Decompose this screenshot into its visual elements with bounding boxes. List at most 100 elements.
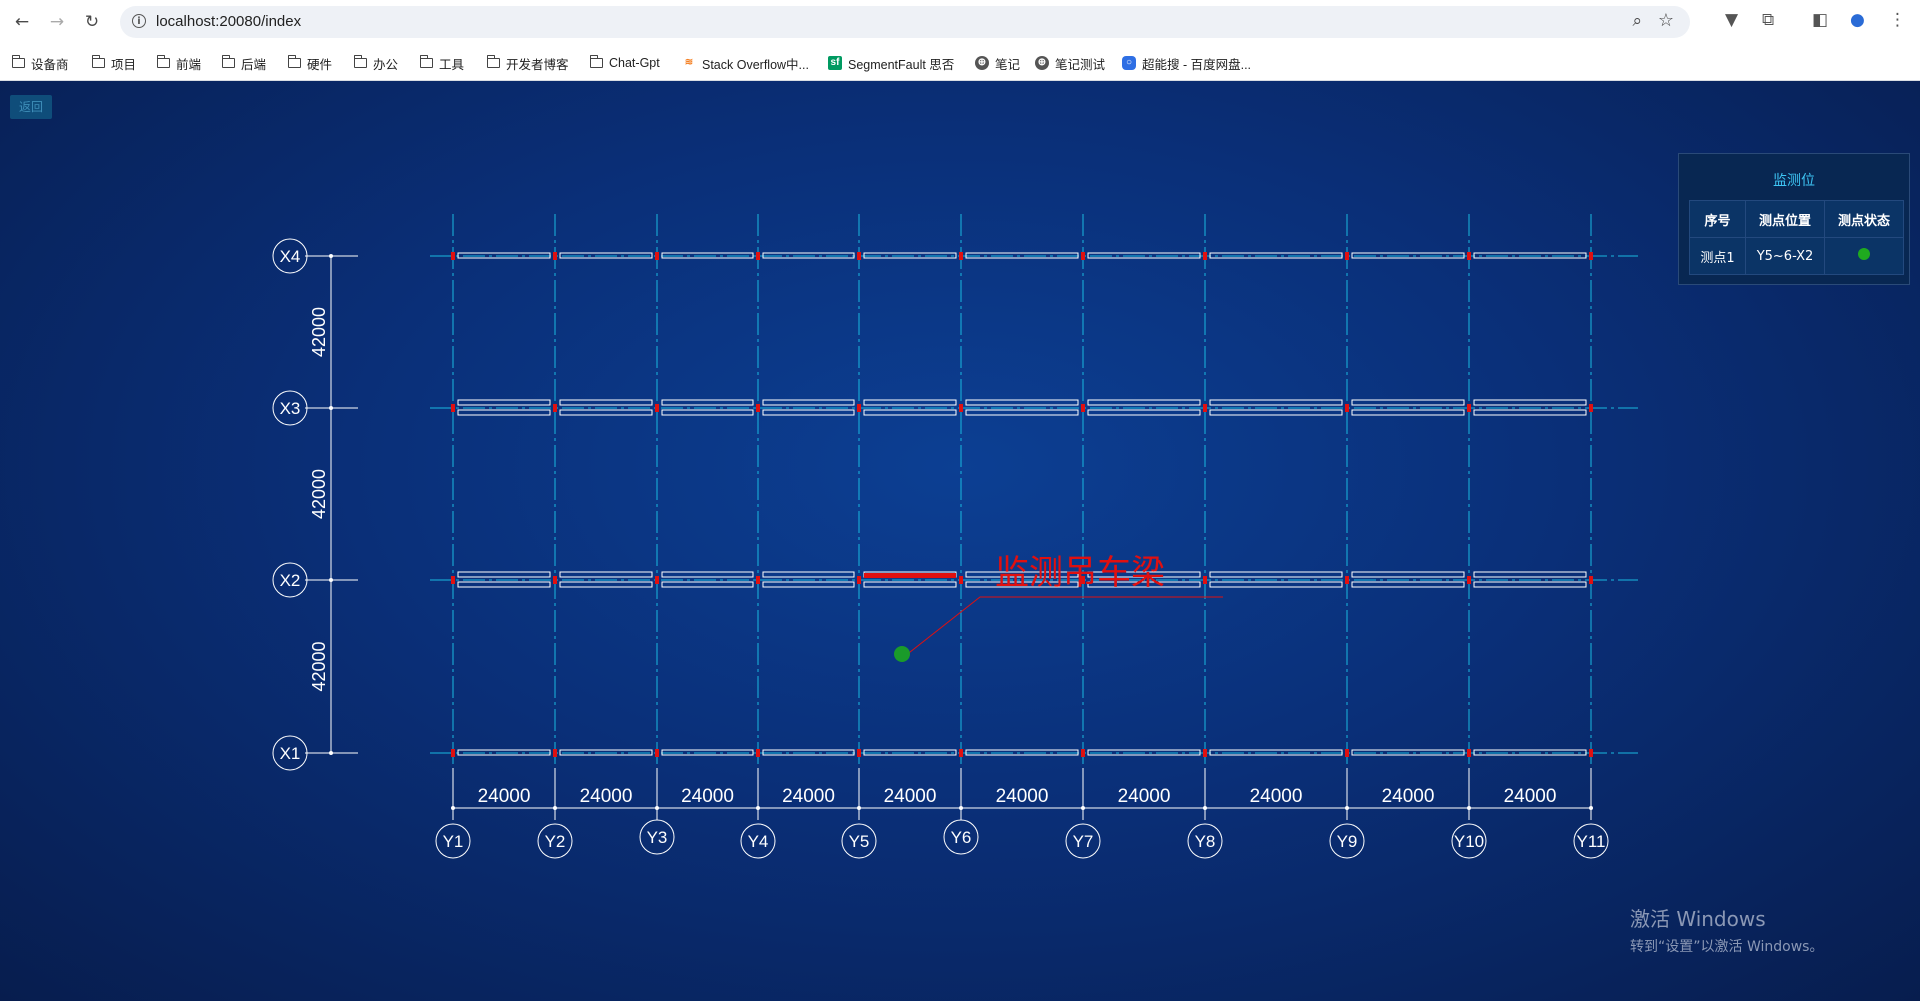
side-panel-icon[interactable]: ◧ [1812, 10, 1828, 30]
axis-label: Y1 [443, 832, 464, 851]
bookmark-item[interactable]: Chat-Gpt [589, 53, 660, 73]
folder-icon [11, 55, 25, 68]
axis-label: Y8 [1195, 832, 1216, 851]
extensions-puzzle-icon[interactable]: ⧉ [1762, 10, 1774, 30]
back-button[interactable]: 返回 [10, 95, 52, 119]
column-marker [655, 404, 659, 412]
watermark-title: 激活 Windows [1630, 907, 1766, 931]
folder-icon [91, 55, 105, 68]
dimension-label: 24000 [884, 786, 937, 807]
crane-beam [559, 571, 653, 578]
app-viewport: 监测吊车梁 X4 X3 X2 X1 42000 42000 42000 Y1 Y2 Y3 Y4 Y5 Y6… [0, 81, 1920, 1001]
column-marker [1589, 749, 1593, 757]
globe-icon: ⊕ [1035, 56, 1049, 70]
bookmark-item[interactable]: sf SegmentFault 思否 [828, 53, 954, 73]
zoom-icon[interactable]: ⌕ [1632, 11, 1642, 31]
dimension-label: 24000 [782, 786, 835, 807]
bookmark-star-icon[interactable]: ☆ [1658, 10, 1674, 31]
address-bar[interactable]: i localhost:20080/index ⌕ ☆ [120, 6, 1690, 38]
crane-beam [661, 581, 754, 588]
site-info-icon[interactable]: i [132, 14, 146, 28]
bookmark-label: 前端 [176, 57, 202, 72]
bookmark-item[interactable]: 开发者博客 [486, 53, 569, 73]
column-marker [1467, 252, 1471, 260]
column-marker [1203, 749, 1207, 757]
reload-icon[interactable]: ↻ [80, 10, 104, 34]
crane-beam [965, 399, 1079, 406]
column-marker [959, 749, 963, 757]
crane-beam [762, 409, 855, 416]
crane-beam [457, 399, 551, 406]
header-status: 测点状态 [1824, 200, 1904, 238]
column-marker [959, 252, 963, 260]
bookmark-item[interactable]: ⊕ 笔记测试 [1035, 53, 1105, 73]
crane-beam [457, 409, 551, 416]
bookmark-item[interactable]: 办公 [353, 53, 398, 73]
dimension-label: 24000 [1250, 786, 1303, 807]
bookmark-item[interactable]: ○ 超能搜 - 百度网盘... [1122, 53, 1251, 73]
bookmark-item[interactable]: ≋ Stack Overflow中... [682, 53, 809, 73]
dimension-node [329, 751, 333, 755]
crane-beam [457, 581, 551, 588]
dimension-label: 24000 [478, 786, 531, 807]
search-app-icon: ○ [1122, 56, 1136, 70]
profile-avatar-icon[interactable]: ● [1850, 10, 1865, 30]
crane-beam [1209, 409, 1343, 416]
crane-beam [863, 399, 957, 406]
bookmark-item[interactable]: 硬件 [287, 53, 333, 73]
axis-label: Y3 [647, 828, 668, 847]
table-row[interactable]: 测点1 Y5~6-X2 [1689, 237, 1904, 275]
bookmark-label: 项目 [111, 57, 137, 72]
bookmark-item[interactable]: 设备商 [11, 53, 69, 73]
dimension-node [553, 806, 557, 810]
bookmark-item[interactable]: ⊕ 笔记 [975, 53, 1020, 73]
bookmark-item[interactable]: 项目 [91, 53, 137, 73]
menu-kebab-icon[interactable]: ⋮ [1889, 10, 1906, 30]
dimension-node [329, 254, 333, 258]
crane-beam [1209, 581, 1343, 588]
extension-v-icon[interactable]: ▼ [1725, 10, 1738, 30]
folder-icon [419, 55, 433, 68]
bookmark-label: 硬件 [307, 57, 333, 72]
column-marker [1081, 252, 1085, 260]
crane-beam [1473, 399, 1587, 406]
dimension-node [451, 806, 455, 810]
axis-label: Y2 [545, 832, 566, 851]
monitor-table: 序号 测点位置 测点状态 测点1 Y5~6-X2 [1689, 200, 1904, 275]
column-marker [959, 404, 963, 412]
axis-label: Y5 [849, 832, 870, 851]
crane-beam [1087, 409, 1201, 416]
column-marker [1203, 404, 1207, 412]
column-marker [553, 252, 557, 260]
dimension-label: 24000 [1382, 786, 1435, 807]
column-marker [1203, 252, 1207, 260]
folder-icon [353, 55, 367, 68]
bookmark-label: 工具 [439, 57, 465, 72]
crane-beam [863, 409, 957, 416]
bookmark-label: Stack Overflow中... [702, 57, 809, 72]
back-arrow-icon[interactable]: ← [10, 10, 34, 34]
column-marker [857, 576, 861, 584]
bookmark-label: Chat-Gpt [609, 56, 660, 70]
axis-label: Y10 [1454, 832, 1484, 851]
crane-beam [661, 571, 754, 578]
bookmark-item[interactable]: 后端 [221, 53, 266, 73]
bookmark-label: 设备商 [31, 57, 69, 72]
crane-beam [1473, 409, 1587, 416]
dimension-node [857, 806, 861, 810]
column-marker [959, 576, 963, 584]
axis-label: Y4 [748, 832, 769, 851]
bookmark-item[interactable]: 前端 [156, 53, 202, 73]
bookmark-label: 超能搜 - 百度网盘... [1142, 57, 1252, 72]
column-marker [1467, 404, 1471, 412]
column-marker [756, 749, 760, 757]
column-marker [451, 749, 455, 757]
axis-label: Y6 [951, 828, 972, 847]
bookmark-item[interactable]: 工具 [419, 53, 465, 73]
crane-beam [1351, 399, 1465, 406]
bookmark-label: 笔记 [995, 57, 1021, 72]
dimension-label: 24000 [1504, 786, 1557, 807]
column-marker [451, 252, 455, 260]
forward-arrow-icon[interactable]: → [45, 10, 69, 34]
globe-icon: ⊕ [975, 56, 989, 70]
